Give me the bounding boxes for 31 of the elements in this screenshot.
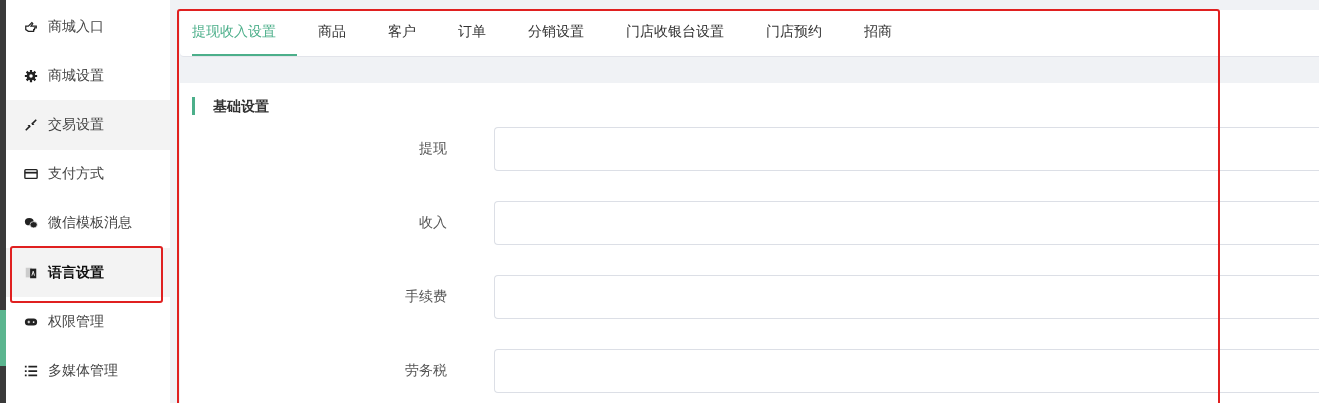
input-field[interactable] xyxy=(494,201,1319,245)
tab[interactable]: 客户 xyxy=(367,10,437,56)
tab[interactable]: 招商 xyxy=(843,10,913,56)
input-field[interactable] xyxy=(494,127,1319,171)
field-label: 手续费 xyxy=(404,288,447,306)
sidebar-item[interactable]: 商城入口 xyxy=(6,2,170,52)
sidebar-item[interactable]: 多媒体管理 xyxy=(6,346,170,396)
sidebar-item[interactable]: 商城设置 xyxy=(6,51,170,101)
tab[interactable]: 门店预约 xyxy=(745,10,843,56)
sidebar-item[interactable]: 交易设置 xyxy=(6,100,170,150)
arrows-icon xyxy=(24,117,38,132)
list-icon xyxy=(24,363,38,378)
sidebar-item[interactable]: 微信模板消息 xyxy=(6,198,170,248)
sidebar-item[interactable]: 支付方式 xyxy=(6,149,170,199)
sidebar-item[interactable]: 语言设置 xyxy=(6,247,170,298)
chat-bubbles-icon xyxy=(24,216,38,231)
input-field[interactable] xyxy=(494,275,1319,319)
tab[interactable]: 订单 xyxy=(437,10,507,56)
field-label: 提现 xyxy=(418,140,447,158)
field-label: 收入 xyxy=(418,214,447,232)
field-label: 劳务税 xyxy=(404,362,447,380)
tab[interactable]: 分销设置 xyxy=(507,10,605,56)
tab[interactable]: 门店收银台设置 xyxy=(605,10,745,56)
tab[interactable]: 商品 xyxy=(297,10,367,56)
input-field[interactable] xyxy=(494,349,1319,393)
sidebar-item[interactable]: 权限管理 xyxy=(6,297,170,347)
pointing-hand-icon xyxy=(24,19,38,34)
translate-icon xyxy=(24,265,38,280)
settings-icon xyxy=(24,68,38,83)
card-icon xyxy=(24,167,38,182)
section-title: 基础设置 xyxy=(192,97,1319,115)
